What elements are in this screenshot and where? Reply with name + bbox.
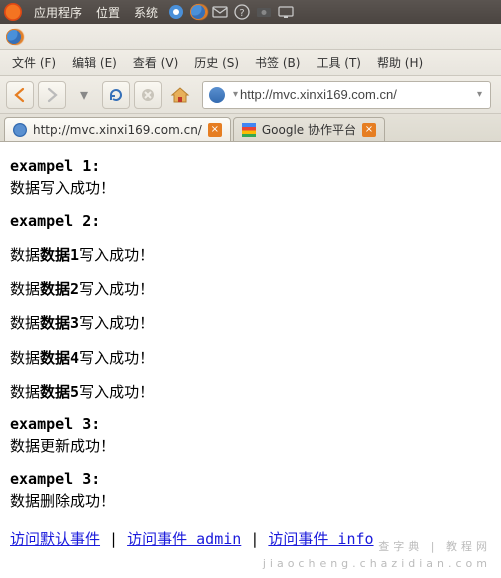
- data-row: 数据数据2写入成功！: [10, 279, 491, 299]
- tab-google-sites[interactable]: Google 协作平台 ×: [233, 117, 385, 141]
- example-3-update-result: 数据更新成功！: [10, 436, 491, 456]
- window-title-bar: [0, 24, 501, 50]
- data-row: 数据数据3写入成功！: [10, 313, 491, 333]
- help-icon[interactable]: ?: [233, 3, 251, 21]
- tab-bar: http://mvc.xinxi169.com.cn/ × Google 协作平…: [0, 114, 501, 142]
- example-1-heading: exampel 1:: [10, 156, 491, 176]
- menu-bookmarks[interactable]: 书签 (B): [247, 51, 308, 74]
- menu-help[interactable]: 帮助 (H): [369, 51, 431, 74]
- url-dropdown-icon[interactable]: ▾: [475, 89, 484, 100]
- stop-button[interactable]: [134, 81, 162, 109]
- example-3b-heading: exampel 3:: [10, 469, 491, 489]
- example-3-heading: exampel 3:: [10, 414, 491, 434]
- chat-icon[interactable]: [167, 3, 185, 21]
- data-row: 数据数据5写入成功！: [10, 382, 491, 402]
- places-menu[interactable]: 位置: [90, 4, 126, 21]
- svg-text:?: ?: [239, 8, 244, 19]
- data-row: 数据数据4写入成功！: [10, 348, 491, 368]
- ubuntu-logo-icon[interactable]: [4, 3, 22, 21]
- example-3-delete-result: 数据删除成功！: [10, 491, 491, 511]
- site-dropdown-icon[interactable]: ▾: [231, 89, 240, 100]
- site-identity-icon[interactable]: [209, 87, 225, 103]
- apps-menu[interactable]: 应用程序: [28, 4, 88, 21]
- firefox-icon: [6, 29, 22, 45]
- example-2-heading: exampel 2:: [10, 211, 491, 231]
- tab-close-button[interactable]: ×: [362, 123, 376, 137]
- watermark-text: 查字典 | 教程网: [378, 538, 491, 554]
- monitor-icon[interactable]: [277, 3, 295, 21]
- tab-label: Google 协作平台: [262, 121, 356, 138]
- nav-toolbar: ▾ ▾ ▾: [0, 76, 501, 114]
- watermark-url: jiaocheng.chazidian.com: [263, 557, 491, 570]
- menu-tools[interactable]: 工具 (T): [308, 51, 369, 74]
- menu-history[interactable]: 历史 (S): [186, 51, 247, 74]
- system-menu[interactable]: 系统: [128, 4, 164, 21]
- menu-edit[interactable]: 编辑 (E): [64, 51, 125, 74]
- tab-current[interactable]: http://mvc.xinxi169.com.cn/ ×: [4, 117, 231, 141]
- tab-label: http://mvc.xinxi169.com.cn/: [33, 123, 202, 137]
- reload-button[interactable]: [102, 81, 130, 109]
- firefox-launcher-icon[interactable]: [189, 3, 207, 21]
- forward-button[interactable]: [38, 81, 66, 109]
- camera-icon[interactable]: [255, 3, 273, 21]
- os-top-bar: 应用程序 位置 系统 ?: [0, 0, 501, 24]
- back-button[interactable]: [6, 81, 34, 109]
- menu-file[interactable]: 文件 (F): [4, 51, 64, 74]
- favicon-globe-icon: [13, 123, 27, 137]
- browser-menu-bar: 文件 (F) 编辑 (E) 查看 (V) 历史 (S) 书签 (B) 工具 (T…: [0, 50, 501, 76]
- dropdown-history-icon[interactable]: ▾: [70, 81, 98, 109]
- link-admin-event[interactable]: 访问事件 admin: [127, 530, 241, 548]
- url-bar[interactable]: ▾ ▾: [202, 81, 491, 109]
- data-row: 数据数据1写入成功！: [10, 245, 491, 265]
- favicon-google-icon: [242, 123, 256, 137]
- link-info-event[interactable]: 访问事件 info: [268, 530, 373, 548]
- page-content: exampel 1: 数据写入成功！ exampel 2: 数据数据1写入成功！…: [0, 142, 501, 557]
- home-button[interactable]: [166, 81, 194, 109]
- link-default-event[interactable]: 访问默认事件: [10, 530, 100, 548]
- example-1-result: 数据写入成功！: [10, 178, 491, 198]
- url-input[interactable]: [240, 87, 475, 102]
- mail-icon[interactable]: [211, 3, 229, 21]
- tab-close-button[interactable]: ×: [208, 123, 222, 137]
- menu-view[interactable]: 查看 (V): [125, 51, 186, 74]
